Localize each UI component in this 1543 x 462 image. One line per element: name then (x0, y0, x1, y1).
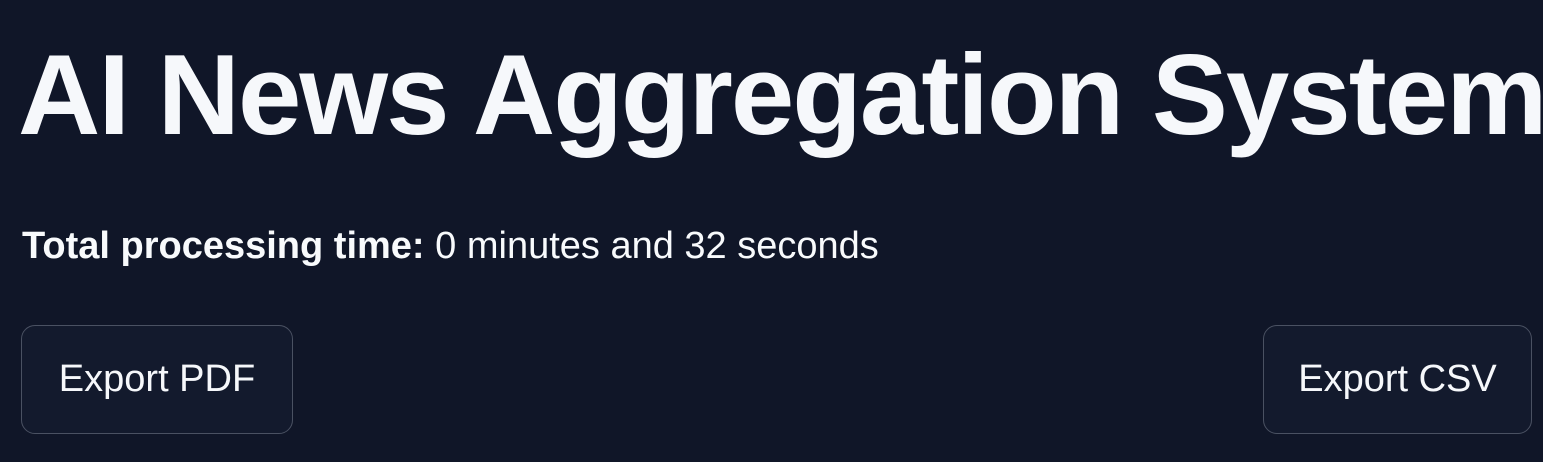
export-csv-button[interactable]: Export CSV (1263, 325, 1532, 434)
processing-time-value: 0 minutes and 32 seconds (435, 225, 879, 267)
export-pdf-button[interactable]: Export PDF (21, 325, 293, 434)
page-title: AI News Aggregation System (18, 32, 1543, 159)
processing-time-label: Total processing time: (22, 225, 425, 267)
app-main: AI News Aggregation System Total process… (0, 0, 1543, 462)
processing-time-line: Total processing time: 0 minutes and 32 … (22, 222, 879, 270)
